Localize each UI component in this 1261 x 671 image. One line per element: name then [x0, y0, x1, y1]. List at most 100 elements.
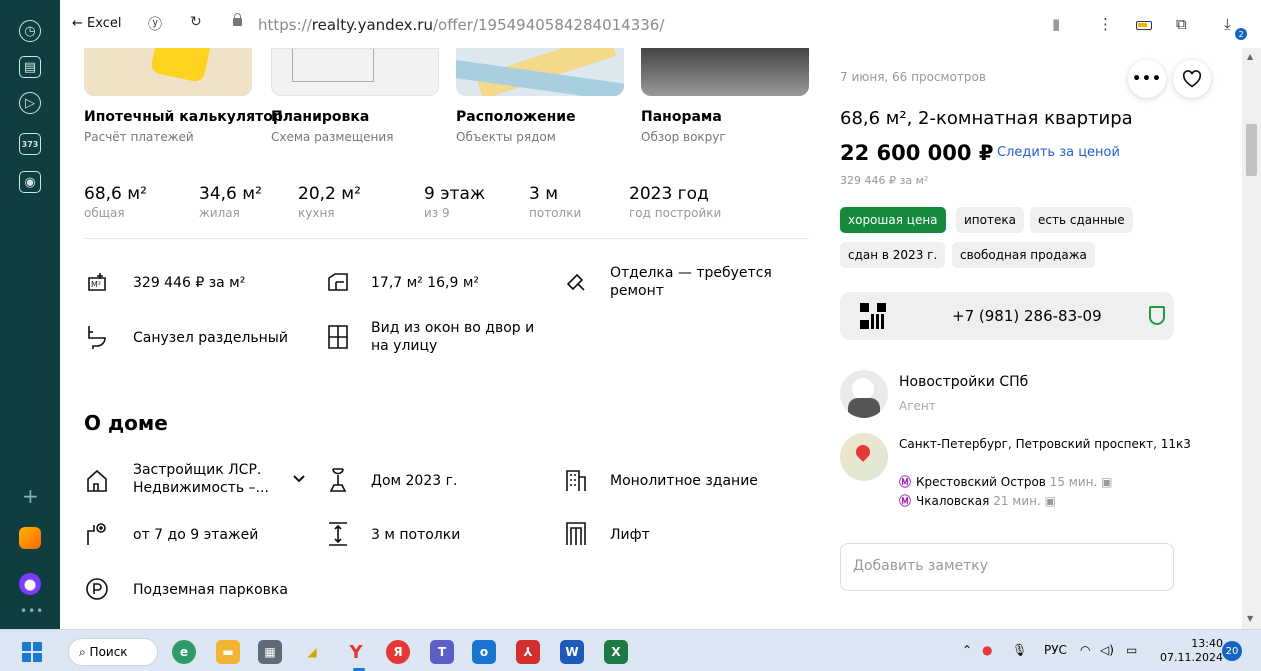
volume-icon[interactable]: ◁) [1100, 643, 1114, 657]
svg-text:M²: M² [91, 280, 101, 289]
clock-date: 07.11.2024 [1160, 651, 1223, 664]
yandex-mail-app-icon[interactable] [19, 527, 41, 549]
excel-icon[interactable]: X [604, 640, 628, 664]
lift-feature: Лифт [610, 527, 650, 543]
follow-price-link[interactable]: Следить за ценой [997, 145, 1120, 160]
tray-overflow-icon[interactable]: ⌃ [962, 643, 972, 657]
mortgage-thumbnail[interactable] [84, 48, 252, 96]
offer-page: Ипотечный калькулятор Расчёт платежей Пл… [60, 48, 1242, 629]
menu-icon[interactable]: ⋮ [1098, 15, 1113, 33]
bus-icon: ▣ [1044, 494, 1056, 508]
reload-icon[interactable]: ↻ [190, 14, 202, 30]
start-button[interactable] [22, 642, 42, 662]
favorite-button[interactable] [1173, 60, 1211, 98]
scroll-down-arrow-icon[interactable]: ▼ [1247, 614, 1253, 623]
bathroom-feature: Санузел раздельный [133, 330, 288, 346]
metro-station-time: 21 мин. [993, 494, 1041, 508]
tag-free-sale[interactable]: свободная продажа [952, 242, 1095, 268]
tile-title-mortgage[interactable]: Ипотечный калькулятор [84, 109, 283, 125]
toilet-icon [84, 324, 110, 350]
file-explorer-icon[interactable]: ▬ [216, 640, 240, 664]
panorama-thumbnail[interactable] [641, 48, 809, 96]
agent-name[interactable]: Новостройки СПб [899, 374, 1028, 390]
stat-floor-label: из 9 [424, 206, 450, 220]
tray-app-icon[interactable]: ● [982, 643, 992, 657]
notifications-badge[interactable]: 20 [1222, 641, 1242, 661]
parking-feature: Подземная парковка [133, 582, 288, 598]
note-input[interactable] [853, 558, 1153, 574]
stat-living-area-label: жилая [199, 206, 240, 220]
tag-has-completed[interactable]: есть сданные [1030, 207, 1133, 233]
more-actions-button[interactable]: ••• [1128, 60, 1166, 98]
microphone-icon[interactable]: 🎙 [1012, 643, 1027, 657]
rooms-area-feature: 17,7 м² 16,9 м² [371, 275, 480, 291]
taskbar-search[interactable]: ⌕ Поиск [68, 638, 158, 666]
stat-year: 2023 год [629, 184, 709, 204]
hourglass-icon [325, 467, 351, 493]
metro-station-name: Чкаловская [916, 494, 990, 508]
play-icon[interactable]: ▷ [19, 92, 41, 114]
tile-title-layout[interactable]: Планировка [271, 109, 369, 125]
extensions-icon[interactable]: ⧉ [1176, 15, 1187, 33]
more-icon[interactable]: ••• [20, 604, 44, 618]
edge-icon[interactable]: e [172, 640, 196, 664]
tag-mortgage[interactable]: ипотека [956, 207, 1024, 233]
tag-completed-2023[interactable]: сдан в 2023 г. [840, 242, 946, 268]
address-bar[interactable]: https://realty.yandex.ru/offer/195494058… [258, 16, 664, 34]
calculator-icon[interactable]: ▦ [258, 640, 282, 664]
yandex-browser-icon[interactable]: Y [344, 640, 368, 664]
finish-feature: Отделка — требуется ремонт [610, 265, 772, 299]
chevron-down-icon[interactable] [286, 466, 312, 492]
url-scheme: https:// [258, 16, 312, 34]
chart-app-icon[interactable]: ◢ [300, 640, 324, 664]
battery-tray-icon[interactable]: ▭ [1126, 643, 1137, 657]
pdf-reader-icon[interactable]: ⅄ [516, 640, 540, 664]
url-host: realty.yandex.ru [311, 16, 433, 34]
battery-icon[interactable] [1136, 21, 1152, 30]
history-icon[interactable]: ◷ [19, 20, 41, 42]
layout-thumbnail[interactable] [271, 48, 439, 96]
yandex-logo-icon[interactable]: ⓨ [148, 14, 162, 34]
yandex-sidebar: ◷ ▤ ▷ 373 ◉ + ••• [0, 0, 60, 629]
yandex-icon[interactable]: Я [386, 640, 410, 664]
metro-station: Ⓜ Чкаловская 21 мин. ▣ [899, 492, 1056, 509]
alice-assistant-icon[interactable] [19, 573, 41, 595]
map-thumbnail[interactable] [840, 433, 888, 481]
phone-button[interactable]: +7 (981) 286-83-09 [840, 292, 1174, 340]
tile-title-location[interactable]: Расположение [456, 109, 576, 125]
lock-icon[interactable] [233, 13, 242, 26]
wifi-icon[interactable]: ◠ [1080, 643, 1090, 657]
tag-good-price[interactable]: хорошая цена [840, 207, 946, 233]
stat-total-area-label: общая [84, 206, 125, 220]
address: Санкт-Петербург, Петровский проспект, 11… [899, 437, 1191, 451]
tile-title-panorama[interactable]: Панорама [641, 109, 722, 125]
developer-feature[interactable]: Застройщик ЛСР. Недвижимость –... [133, 461, 293, 497]
note-field[interactable] [840, 543, 1174, 591]
publish-meta: 7 июня, 66 просмотров [840, 70, 986, 84]
stat-total-area: 68,6 м² [84, 184, 147, 204]
scroll-thumb[interactable] [1246, 124, 1257, 176]
input-language[interactable]: РУС [1044, 643, 1067, 657]
screenshot-icon[interactable]: ◉ [19, 171, 41, 193]
stat-floor: 9 этаж [424, 184, 486, 204]
bookmark-icon[interactable]: ▮ [1052, 15, 1060, 33]
scroll-up-arrow-icon[interactable]: ▲ [1247, 52, 1253, 61]
clock[interactable]: 13:40 07.11.2024 [1160, 637, 1223, 665]
agent-avatar[interactable] [840, 370, 888, 418]
downloads-icon[interactable]: ⤓ [1224, 15, 1231, 33]
add-panel-icon[interactable]: + [22, 484, 39, 508]
location-map-thumbnail[interactable] [456, 48, 624, 96]
teams-icon[interactable]: T [430, 640, 454, 664]
downloads-badge: 2 [1235, 28, 1247, 40]
collections-icon[interactable]: ▤ [19, 56, 41, 78]
metro-station: Ⓜ Крестовский Остров 15 мин. ▣ [899, 473, 1112, 490]
mail-counter-icon[interactable]: 373 [19, 133, 41, 155]
outlook-icon[interactable]: o [472, 640, 496, 664]
clock-time: 13:40 [1191, 637, 1223, 650]
shield-icon [1149, 306, 1165, 325]
back-to-excel-button[interactable]: ← Excel [72, 16, 121, 31]
page-scrollbar[interactable]: ▲ ▼ [1242, 48, 1261, 629]
word-icon[interactable]: W [560, 640, 584, 664]
qr-code-icon[interactable] [860, 303, 886, 329]
building-type-feature: Монолитное здание [610, 473, 758, 489]
